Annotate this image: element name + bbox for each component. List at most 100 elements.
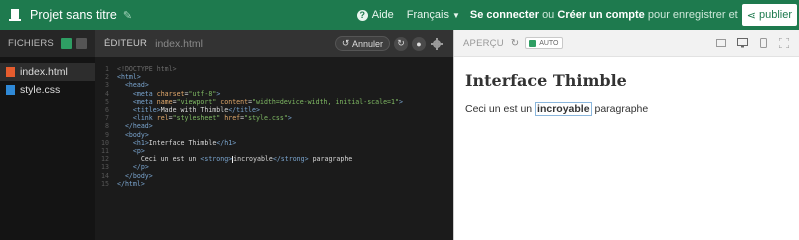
theme-toggle-icon[interactable]: ● [412, 36, 426, 51]
new-file-icon[interactable] [61, 38, 72, 49]
caret-down-icon: ▼ [451, 11, 460, 20]
sidebar-header: FICHIERS [0, 30, 95, 57]
code-line[interactable]: 1 <!DOCTYPE html> [95, 65, 453, 73]
editor-filename: index.html [155, 37, 203, 50]
line-number: 5 [105, 97, 109, 106]
account-suffix-text: pour enregistrer et [647, 9, 738, 21]
language-selector[interactable]: Français ▼ [407, 9, 460, 21]
auto-label: AUTO [539, 39, 559, 47]
top-bar: Projet sans titre ✎ ? Aide Français ▼ Se … [0, 0, 799, 30]
code-line[interactable]: 10 <h1>Interface Thimble</h1> [95, 139, 453, 147]
code-line[interactable]: 15 </html> [95, 180, 453, 188]
line-text: Ceci un est un <strong>incroyable</stron… [117, 155, 353, 164]
help-label: Aide [371, 9, 394, 21]
line-text: <head> [124, 81, 149, 90]
account-prompt: Se connecter ou Créer un compte pour enr… [470, 9, 738, 21]
code-line[interactable]: 13 </p> [95, 163, 453, 171]
line-number: 1 [105, 65, 109, 73]
code-line[interactable]: 11 <p> [95, 147, 453, 155]
code-line[interactable]: 8 </head> [95, 122, 453, 130]
file-item-style-css[interactable]: style.css [0, 81, 95, 99]
undo-label: Annuler [351, 38, 383, 49]
line-text: <p> [132, 147, 145, 156]
publish-label: publier [758, 9, 792, 21]
editor-label: ÉDITEUR [104, 38, 148, 49]
thimble-logo-icon[interactable] [2, 8, 28, 22]
help-link[interactable]: ? Aide [356, 9, 394, 21]
code-line[interactable]: 3 <head> [95, 81, 453, 89]
line-number: 8 [105, 122, 109, 131]
file-sidebar: FICHIERS index.html style.css [0, 30, 95, 240]
line-text: <title>Made with Thimble</title> [132, 106, 260, 115]
checkbox-icon [529, 39, 537, 47]
line-number: 15 [101, 179, 109, 188]
inspect-icon[interactable] [715, 38, 727, 48]
language-label: Français [406, 9, 449, 21]
line-text: <link rel="stylesheet" href="style.css"> [132, 114, 292, 123]
text-cursor [232, 155, 234, 163]
code-line[interactable]: 6 <title>Made with Thimble</title> [95, 106, 453, 114]
code-line[interactable]: 7 <link rel="stylesheet" href="style.css… [95, 114, 453, 122]
line-number: 13 [101, 163, 109, 172]
line-number: 3 [105, 81, 109, 90]
code-area[interactable]: 1 <!DOCTYPE html> 2 <html> 3 <head> 4 <meta c… [95, 57, 453, 188]
code-line[interactable]: 14 </body> [95, 172, 453, 180]
line-text: <meta charset="utf-8"> [132, 89, 221, 98]
line-number: 14 [101, 171, 109, 180]
undo-icon: ↺ [341, 38, 350, 48]
line-number: 10 [101, 138, 109, 147]
html-file-icon [6, 67, 15, 77]
undo-button[interactable]: ↺ Annuler [334, 36, 390, 51]
redo-icon[interactable]: ↻ [394, 36, 408, 51]
line-text: <body> [124, 130, 149, 139]
upload-file-icon[interactable] [76, 38, 87, 49]
code-line[interactable]: 2 <html> [95, 73, 453, 81]
code-line[interactable]: 4 <meta charset="utf-8"> [95, 90, 453, 98]
line-number: 9 [105, 130, 109, 139]
line-text: </head> [124, 122, 153, 131]
pencil-icon[interactable]: ✎ [123, 9, 132, 22]
auto-refresh-toggle[interactable]: AUTO [525, 37, 563, 49]
editor-header: ÉDITEUR index.html ↺ Annuler ↻ ● [95, 30, 453, 57]
desktop-icon[interactable] [736, 38, 748, 48]
question-icon: ? [356, 9, 368, 21]
publish-button[interactable]: ⋖ publier [741, 4, 797, 26]
file-item-index-html[interactable]: index.html [0, 63, 95, 81]
share-icon: ⋖ [746, 9, 756, 22]
code-line[interactable]: 12 Ceci un est un <strong>incroyable</st… [95, 155, 453, 163]
line-text: </p> [132, 163, 149, 172]
line-text: <html> [117, 73, 141, 82]
code-line[interactable]: 5 <meta name="viewport" content="width=d… [95, 98, 453, 106]
line-number: 11 [101, 147, 109, 156]
line-number: 6 [105, 106, 109, 115]
project-title[interactable]: Projet sans titre [30, 8, 117, 22]
fullscreen-icon[interactable] [778, 38, 790, 48]
preview-panel: APERÇU ↻ AUTO Interface Thimble Ceci un … [453, 30, 799, 240]
preview-heading: Interface Thimble [465, 71, 627, 90]
css-file-icon [6, 85, 15, 95]
signin-link[interactable]: Se connecter [470, 9, 539, 21]
paragraph-text: paragraphe [594, 103, 649, 115]
gear-icon[interactable] [430, 37, 444, 51]
paragraph-text: Ceci un est un [465, 103, 533, 115]
preview-label: APERÇU [463, 37, 504, 49]
line-number: 2 [105, 73, 109, 82]
create-account-link[interactable]: Créer un compte [557, 9, 644, 21]
line-number: 4 [105, 89, 109, 98]
preview-header: APERÇU ↻ AUTO [454, 30, 799, 57]
line-number: 12 [101, 155, 109, 164]
refresh-icon[interactable]: ↻ [511, 38, 519, 49]
line-text: <meta name="viewport" content="width=dev… [132, 97, 403, 106]
sidebar-title: FICHIERS [8, 38, 54, 49]
file-name: style.css [20, 84, 61, 96]
line-text: <!DOCTYPE html> [117, 65, 177, 73]
mobile-icon[interactable] [757, 38, 769, 48]
line-number: 7 [105, 114, 109, 123]
line-text: <h1>Interface Thimble</h1> [132, 138, 237, 147]
preview-content: Interface Thimble Ceci un est un incroya… [454, 57, 799, 129]
paragraph-strong: incroyable [535, 102, 592, 116]
code-line[interactable]: 9 <body> [95, 131, 453, 139]
line-text: </html> [117, 179, 145, 188]
code-editor-panel: ÉDITEUR index.html ↺ Annuler ↻ ● 1 <!DOCT… [95, 30, 453, 240]
or-text: ou [542, 9, 555, 21]
